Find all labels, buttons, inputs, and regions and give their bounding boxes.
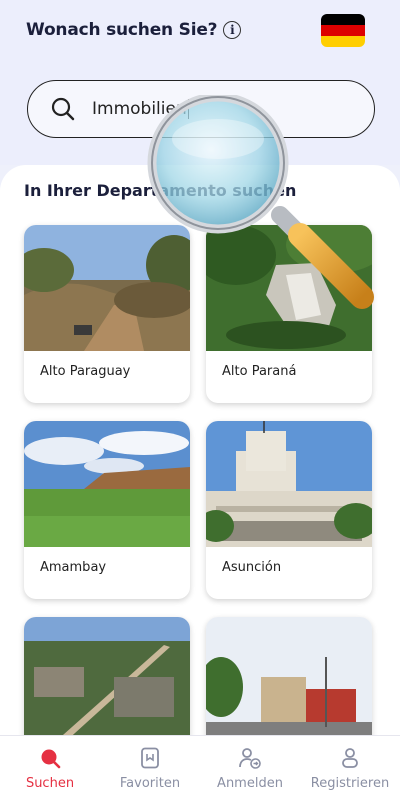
department-card-alto-parana[interactable]: Alto Paraná <box>206 225 372 403</box>
department-image <box>24 617 190 735</box>
department-panel: In Ihrer Departamento suchen Alto Paragu… <box>0 165 400 735</box>
nav-item-suchen[interactable]: Suchen <box>0 736 100 801</box>
department-image <box>206 421 372 547</box>
department-name: Alto Paraguay <box>40 364 131 379</box>
user-icon <box>342 748 358 768</box>
department-image <box>206 617 372 735</box>
department-name: Alto Paraná <box>222 364 297 379</box>
nav-label: Registrieren <box>310 776 390 791</box>
question-text: Wonach suchen Sie? <box>26 20 218 40</box>
bookmark-icon <box>141 747 159 769</box>
section-title: In Ihrer Departamento suchen <box>24 181 297 200</box>
info-icon[interactable]: i <box>223 21 242 39</box>
nav-item-anmelden[interactable]: Anmelden <box>200 736 300 801</box>
header: Wonach suchen Sie? i Immobilien <box>0 0 400 165</box>
nav-item-favoriten[interactable]: Favoriten <box>100 736 200 801</box>
department-card-asuncion[interactable]: Asunción <box>206 421 372 599</box>
department-image <box>24 225 190 351</box>
bottom-navigation: Suchen Favoriten Anmelden Registrieren <box>0 735 400 801</box>
department-image <box>206 225 372 351</box>
department-image <box>24 421 190 547</box>
login-user-icon <box>239 748 261 769</box>
nav-label: Suchen <box>25 776 75 791</box>
department-card-alto-paraguay[interactable]: Alto Paraguay <box>24 225 190 403</box>
search-icon <box>41 749 61 769</box>
department-name: Amambay <box>40 560 107 575</box>
nav-item-registrieren[interactable]: Registrieren <box>300 736 400 801</box>
search-icon <box>51 97 75 121</box>
department-card-amambay[interactable]: Amambay <box>24 421 190 599</box>
germany-flag-icon[interactable] <box>321 14 365 47</box>
search-value: Immobilien <box>92 99 190 119</box>
nav-label: Anmelden <box>217 776 283 791</box>
page-title: Wonach suchen Sie? i <box>26 20 242 40</box>
department-card[interactable] <box>24 617 190 735</box>
nav-label: Favoriten <box>119 776 181 791</box>
search-input[interactable]: Immobilien <box>27 80 375 138</box>
department-card[interactable] <box>206 617 372 735</box>
department-name: Asunción <box>222 560 282 575</box>
